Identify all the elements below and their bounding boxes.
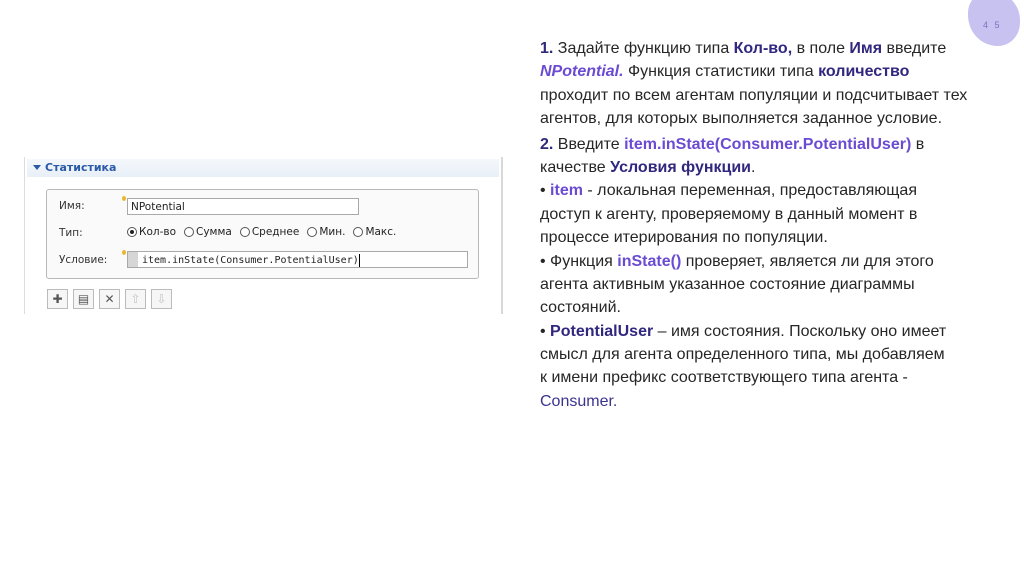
instruction-line: агента активным указанное состояние диаг… <box>540 273 967 296</box>
highlighted-term: item.inState(Consumer.PotentialUser) <box>624 135 912 153</box>
move-down-icon: ⇩ <box>156 292 167 306</box>
highlighted-term: inState() <box>617 252 682 270</box>
type-radio-option[interactable]: Мин. <box>307 226 345 238</box>
text-segment: - локальная переменная, предоставляющая <box>582 182 917 200</box>
instruction-line: доступ к агенту, проверяемому в данный м… <box>540 203 967 226</box>
text-segment: введите <box>882 40 947 57</box>
paste-button[interactable]: ▤ <box>73 289 94 309</box>
add-button[interactable]: ✚ <box>47 289 68 309</box>
text-segment: качестве <box>540 158 611 176</box>
name-label: Имя: <box>59 200 85 212</box>
radio-circle-icon[interactable] <box>353 227 364 237</box>
statistics-panel-screenshot: Статистика Имя: NPotential Тип: Кол-во Су… <box>24 157 521 314</box>
text-segment: доступ к агенту, проверяемому в данный м… <box>540 205 918 223</box>
selection-marker <box>128 252 138 267</box>
statistic-editor: Имя: NPotential Тип: Кол-во Сумма Среднее М… <box>46 189 479 279</box>
radio-label: Мин. <box>319 226 346 238</box>
type-radio-option[interactable]: Сумма <box>184 226 232 238</box>
radio-circle-icon[interactable] <box>127 227 137 237</box>
radio-circle-icon[interactable] <box>307 227 318 237</box>
text-segment: состояний. <box>540 299 621 317</box>
instruction-line: 2. Введите item.inState(Consumer.Potenti… <box>540 133 967 156</box>
instruction-line: смысл для агента определенного типа, мы … <box>540 343 967 366</box>
text-segment: • <box>540 182 551 200</box>
text-segment: агентов, для которых выполняется заданно… <box>540 110 943 128</box>
highlighted-term: PotentialUser <box>550 322 654 340</box>
type-radio-option[interactable]: Макс. <box>353 226 396 238</box>
paste-icon: ▤ <box>77 292 90 306</box>
condition-value: item.inState(Consumer.PotentialUser) <box>142 255 359 266</box>
text-segment: агента активным указанное состояние диаг… <box>540 275 915 293</box>
text-segment: к имени префикс соответствующего типа аг… <box>540 369 908 387</box>
delete-button[interactable]: ✕ <box>99 289 120 309</box>
text-caret <box>358 253 360 267</box>
highlighted-term: количество <box>818 63 910 81</box>
text-segment: проверяет, является ли для этого <box>681 252 934 270</box>
text-segment: в поле <box>792 40 850 57</box>
instruction-line: • Функция inState() проверяет, является … <box>540 250 967 273</box>
type-label: Тип: <box>59 227 83 239</box>
move-up-button[interactable]: ⇧ <box>125 289 146 309</box>
instruction-line: состояний. <box>540 296 967 319</box>
name-input[interactable]: NPotential <box>127 198 359 215</box>
delete-icon: ✕ <box>104 292 115 306</box>
highlighted-term: Consumer. <box>540 392 618 410</box>
instruction-line: к имени префикс соответствующего типа аг… <box>540 366 967 389</box>
text-segment: Функция статистики типа <box>623 63 819 81</box>
instruction-line: • PotentialUser – имя состояния. Посколь… <box>540 320 967 343</box>
highlighted-term: Имя <box>849 40 883 57</box>
condition-label: Условие: <box>59 254 108 266</box>
radio-label: Макс. <box>365 226 397 238</box>
instruction-line: 1. Задайте функцию типа Кол-во, в поле И… <box>540 37 967 60</box>
instruction-line: процессе итерирования по популяции. <box>540 226 967 249</box>
text-segment: • <box>540 322 551 340</box>
radio-circle-icon[interactable] <box>239 227 250 237</box>
text-segment: в <box>911 135 925 153</box>
type-radio-option[interactable]: Среднее <box>239 226 300 238</box>
hint-bulb-icon <box>122 196 126 201</box>
text-segment: проходит по всем агентам популяции и под… <box>540 86 968 104</box>
move-down-button[interactable]: ⇩ <box>151 289 172 309</box>
highlighted-term: Кол-во, <box>733 40 793 57</box>
move-up-icon: ⇧ <box>130 292 141 306</box>
collapse-triangle-icon[interactable] <box>33 165 41 170</box>
text-segment: . <box>751 158 756 176</box>
highlighted-term: item <box>550 182 583 200</box>
add-icon: ✚ <box>52 292 63 306</box>
radio-label: Кол-во <box>139 226 176 238</box>
highlighted-term: Условия функции <box>610 158 752 176</box>
type-radio-group: Кол-во Сумма Среднее Мин. Макс. <box>127 226 396 238</box>
page-number: 4 5 <box>983 20 1002 30</box>
instructions-text: 1. Задайте функцию типа Кол-во, в поле И… <box>540 37 967 413</box>
instruction-line: агентов, для которых выполняется заданно… <box>540 107 967 130</box>
highlighted-term: 1. <box>540 40 554 57</box>
highlighted-term: NPotential. <box>540 63 624 81</box>
instruction-line: NPotential. Функция статистики типа коли… <box>540 60 967 83</box>
instruction-line: • item - локальная переменная, предостав… <box>540 179 967 202</box>
hint-bulb-icon <box>122 250 126 255</box>
type-radio-option[interactable]: Кол-во <box>127 226 176 238</box>
instruction-line: проходит по всем агентам популяции и под… <box>540 84 967 107</box>
condition-input[interactable]: item.inState(Consumer.PotentialUser) <box>127 251 468 268</box>
text-segment: Задайте функцию типа <box>553 40 734 57</box>
text-segment: смысл для агента определенного типа, мы … <box>540 346 945 364</box>
instruction-line: качестве Условия функции. <box>540 156 967 179</box>
text-segment: • Функция <box>540 252 618 270</box>
section-title: Статистика <box>45 161 117 174</box>
instruction-line: Consumer. <box>540 390 967 413</box>
text-segment: процессе итерирования по популяции. <box>540 229 828 247</box>
highlighted-term: 2. <box>540 135 554 153</box>
panel-divider <box>501 157 503 314</box>
radio-circle-icon[interactable] <box>184 227 194 237</box>
section-header-statistics[interactable]: Статистика <box>27 159 499 177</box>
text-segment: – имя состояния. Поскольку оно имеет <box>653 322 947 340</box>
radio-label: Сумма <box>196 226 232 238</box>
text-segment: Введите <box>553 135 625 153</box>
radio-label: Среднее <box>251 226 300 238</box>
